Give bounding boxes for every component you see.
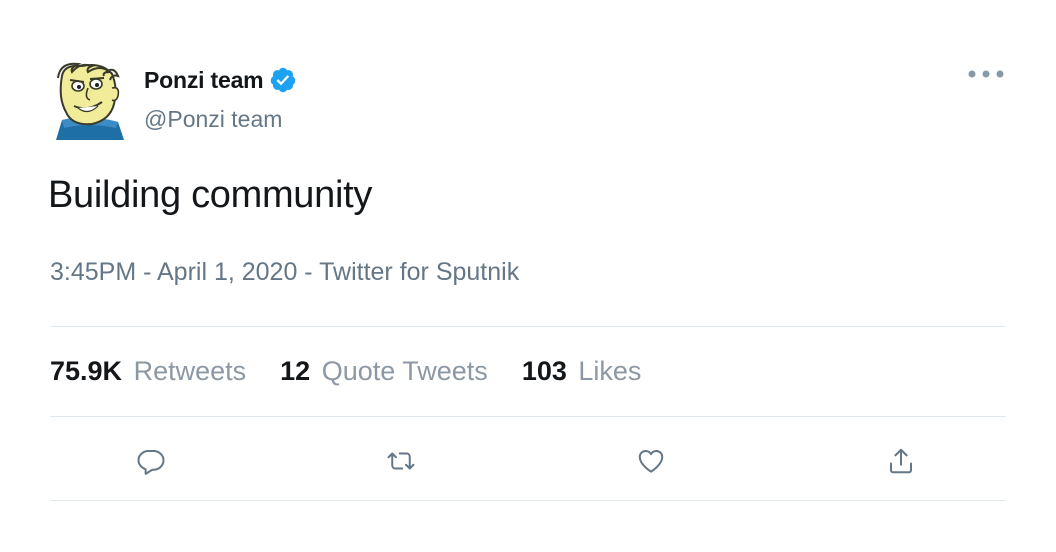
quote-tweets-label: Quote Tweets [321,356,488,386]
retweets-count: 75.9K [50,356,123,386]
reply-button[interactable] [134,444,168,478]
like-button[interactable] [634,444,668,478]
tweet-actions [134,444,920,478]
divider [50,326,1006,327]
avatar-image [56,62,124,140]
display-name[interactable]: Ponzi team [144,67,264,94]
likes-label: Likes [578,356,642,386]
tweet-stats: 75.9K Retweets 12 Quote Tweets 103 Likes [50,356,675,387]
tweet-card: Ponzi team @Ponzi team Building communit… [48,52,1006,501]
verified-badge-icon [269,66,297,94]
share-icon [890,448,912,474]
tweet-timestamp-source[interactable]: 3:45PM - April 1, 2020 - Twitter for Spu… [50,258,519,287]
reply-icon [137,450,165,475]
more-dots-icon [968,70,1004,78]
quote-tweets-count: 12 [280,356,311,386]
more-options-button[interactable] [966,62,1006,86]
tweet-text: Building community [48,174,373,216]
retweet-button[interactable] [384,444,418,478]
tweet-header: Ponzi team @Ponzi team [48,52,1006,148]
likes-count: 103 [521,356,567,386]
divider [50,500,1006,501]
quote-tweets-stat[interactable]: 12 Quote Tweets [280,356,488,387]
retweet-icon [387,452,415,470]
author-info: Ponzi team @Ponzi team [144,66,297,133]
divider [50,416,1006,417]
display-name-row: Ponzi team [144,66,297,94]
retweets-stat[interactable]: 75.9K Retweets [50,356,246,387]
user-handle[interactable]: @Ponzi team [144,106,297,133]
share-button[interactable] [884,444,918,478]
likes-stat[interactable]: 103 Likes [522,356,642,387]
retweets-label: Retweets [133,356,247,386]
avatar[interactable] [48,58,130,140]
heart-icon [638,450,664,473]
